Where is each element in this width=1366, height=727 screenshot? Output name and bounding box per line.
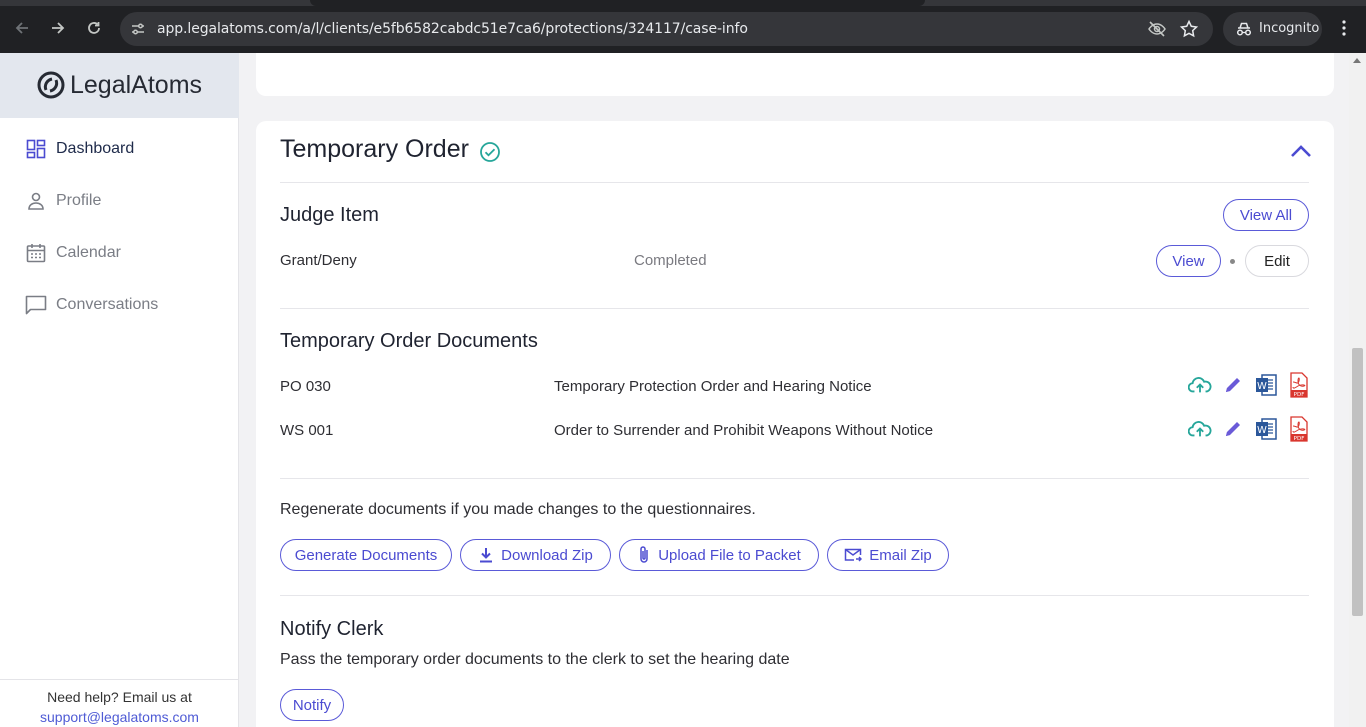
upload-file-label: Upload File to Packet [658, 546, 801, 564]
separator-dot [1230, 259, 1235, 264]
paperclip-icon [640, 546, 648, 563]
notify-clerk-description: Pass the temporary order documents to th… [280, 651, 790, 668]
document-actions: W PDF [1188, 416, 1311, 442]
email-zip-label: Email Zip [869, 546, 932, 564]
divider [280, 182, 1309, 183]
judge-item-status: Completed [634, 252, 707, 269]
notify-button[interactable]: Notify [280, 689, 344, 721]
upload-file-button[interactable]: Upload File to Packet [619, 539, 819, 571]
download-zip-label: Download Zip [501, 546, 593, 564]
view-button[interactable]: View [1156, 245, 1221, 277]
regenerate-note: Regenerate documents if you made changes… [280, 501, 756, 518]
edit-button[interactable]: Edit [1245, 245, 1309, 277]
back-icon[interactable] [10, 16, 34, 40]
incognito-icon [1236, 22, 1252, 36]
sidebar-item-label: Dashboard [56, 140, 135, 157]
svg-text:PDF: PDF [1294, 392, 1305, 398]
forward-icon[interactable] [46, 16, 70, 40]
document-code: WS 001 [280, 422, 334, 439]
site-info-icon[interactable] [129, 20, 147, 38]
pdf-document-icon[interactable]: PDF [1287, 372, 1311, 398]
temporary-order-card: Temporary Order Judge Item View All Gran… [256, 121, 1334, 727]
bookmark-star-icon[interactable] [1179, 19, 1199, 39]
sidebar: LegalAtoms Dashboard Profile Calendar Co… [0, 53, 239, 727]
svg-text:W: W [1257, 425, 1267, 436]
pencil-edit-icon[interactable] [1221, 417, 1245, 441]
generate-documents-label: Generate Documents [294, 546, 438, 564]
chevron-up-icon[interactable] [1288, 141, 1314, 163]
word-document-icon[interactable]: W [1254, 417, 1278, 441]
download-icon [480, 548, 493, 563]
document-title: Temporary Protection Order and Hearing N… [554, 378, 872, 395]
judge-item-heading: Judge Item [280, 204, 379, 226]
section-title: Temporary Order [280, 135, 469, 163]
browser-toolbar: app.legalatoms.com/a/l/clients/e5fb6582c… [0, 0, 1366, 53]
sidebar-item-profile[interactable]: Profile [24, 189, 101, 213]
cloud-upload-icon[interactable] [1188, 417, 1212, 441]
chat-icon [24, 293, 48, 317]
eye-off-icon[interactable] [1147, 20, 1167, 38]
logo-text: LegalAtoms [70, 71, 203, 99]
previous-section-card [256, 53, 1334, 96]
divider [280, 595, 1309, 596]
svg-text:W: W [1257, 381, 1267, 392]
generate-documents-button[interactable]: Generate Documents [280, 539, 452, 571]
download-zip-button[interactable]: Download Zip [460, 539, 611, 571]
reload-icon[interactable] [82, 16, 106, 40]
word-document-icon[interactable]: W [1254, 373, 1278, 397]
calendar-icon [24, 241, 48, 265]
pdf-document-icon[interactable]: PDF [1287, 416, 1311, 442]
address-bar[interactable]: app.legalatoms.com/a/l/clients/e5fb6582c… [120, 12, 1213, 46]
svg-text:PDF: PDF [1294, 436, 1305, 442]
judge-item-name: Grant/Deny [280, 252, 357, 269]
person-icon [24, 189, 48, 213]
incognito-label: Incognito [1259, 21, 1320, 36]
document-actions: W PDF [1188, 372, 1311, 398]
logo[interactable]: LegalAtoms [0, 53, 239, 118]
cloud-upload-icon[interactable] [1188, 373, 1212, 397]
documents-heading: Temporary Order Documents [280, 330, 538, 352]
check-circle-icon [480, 142, 500, 162]
incognito-badge[interactable]: Incognito [1223, 12, 1322, 46]
sidebar-item-label: Calendar [56, 244, 121, 261]
help-text: Need help? Email us at [47, 689, 192, 705]
email-zip-button[interactable]: Email Zip [827, 539, 949, 571]
scrollbar-thumb[interactable] [1352, 348, 1363, 616]
notify-clerk-heading: Notify Clerk [280, 618, 384, 640]
document-title: Order to Surrender and Prohibit Weapons … [554, 422, 934, 439]
dashboard-icon [24, 137, 48, 161]
help-footer: Need help? Email us at support@legalatom… [0, 679, 239, 727]
sidebar-item-dashboard[interactable]: Dashboard [24, 137, 134, 161]
tab-strip [0, 0, 1366, 6]
sidebar-item-label: Profile [56, 192, 102, 209]
view-all-button[interactable]: View All [1223, 199, 1309, 231]
sidebar-item-label: Conversations [56, 296, 159, 313]
legalatoms-logo-icon [37, 71, 65, 99]
divider [280, 478, 1309, 479]
scroll-up-arrow-icon[interactable] [1353, 58, 1361, 63]
pencil-edit-icon[interactable] [1221, 373, 1245, 397]
sidebar-item-calendar[interactable]: Calendar [24, 241, 121, 265]
url-text[interactable]: app.legalatoms.com/a/l/clients/e5fb6582c… [157, 21, 748, 37]
more-menu-icon[interactable] [1334, 17, 1354, 39]
email-send-icon [844, 548, 863, 562]
sidebar-item-conversations[interactable]: Conversations [24, 293, 158, 317]
support-email-link[interactable]: support@legalatoms.com [0, 709, 239, 725]
page-scrollbar[interactable] [1349, 53, 1366, 727]
document-code: PO 030 [280, 378, 331, 395]
divider [280, 308, 1309, 309]
